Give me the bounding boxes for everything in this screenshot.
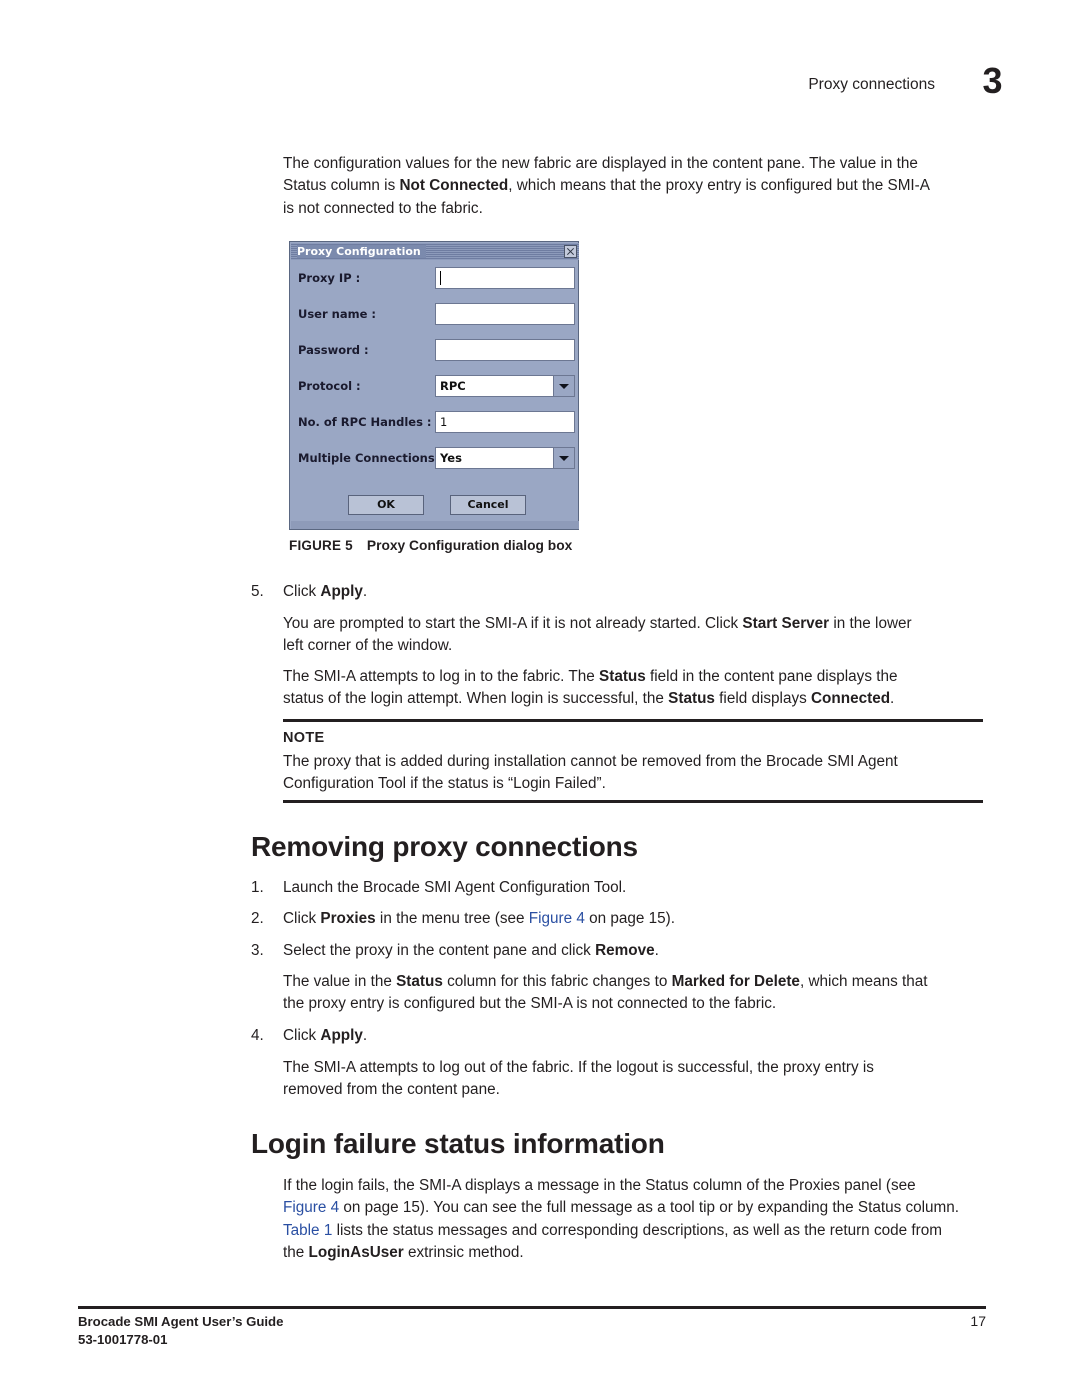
rpc-handles-label: No. of RPC Handles : <box>298 415 432 429</box>
proxy-ip-label: Proxy IP : <box>298 271 361 285</box>
header-chapter-number: 3 <box>982 60 1002 101</box>
step-5: 5. Click Apply. <box>251 581 986 603</box>
note-line-2: Configuration Tool if the status is “Log… <box>283 775 606 792</box>
proxy-ip-input[interactable] <box>435 267 575 289</box>
footer-left: Brocade SMI Agent User’s Guide 53-100177… <box>78 1313 283 1349</box>
proxy-configuration-dialog: Proxy Configuration Proxy IP : User name… <box>289 241 579 530</box>
login-failure-paragraph: If the login fails, the SMI-A displays a… <box>283 1175 1013 1265</box>
protocol-value: RPC <box>440 379 466 393</box>
text-caret <box>440 271 441 285</box>
logout-paragraph: The SMI-A attempts to log out of the fab… <box>283 1057 983 1102</box>
page-header: Proxy connections 3 <box>0 60 1080 108</box>
removing-step-1: 1. Launch the Brocade SMI Agent Configur… <box>251 877 986 899</box>
rpc-handles-input[interactable]: 1 <box>435 411 575 433</box>
login-failure-line-1: If the login fails, the SMI-A displays a… <box>283 1177 916 1194</box>
marked-line-2: the proxy entry is configured but the SM… <box>283 995 777 1013</box>
field-row-user-name: User name : <box>290 303 580 327</box>
user-name-input[interactable] <box>435 303 575 325</box>
field-row-password: Password : <box>290 339 580 363</box>
rpc-handles-value: 1 <box>440 415 448 429</box>
start-server-paragraph: You are prompted to start the SMI-A if i… <box>283 613 983 658</box>
removing-step-1-number: 1. <box>251 879 264 896</box>
removing-step-4-text: Click Apply. <box>283 1027 368 1044</box>
removing-step-4-number: 4. <box>251 1027 264 1044</box>
footer-guide-title: Brocade SMI Agent User’s Guide <box>78 1314 284 1329</box>
field-row-multiple-connections: Multiple Connections Yes <box>290 447 580 471</box>
figure-4-link[interactable]: Figure 4 <box>283 1199 339 1216</box>
protocol-label: Protocol : <box>298 379 361 393</box>
removing-step-4: 4. Click Apply. <box>251 1025 986 1047</box>
protocol-select[interactable]: RPC <box>435 375 575 397</box>
note-label: NOTE <box>283 730 325 746</box>
multiple-connections-select[interactable]: Yes <box>435 447 575 469</box>
figure-caption: FIGURE 5 Proxy Configuration dialog box <box>289 538 572 553</box>
marked-line-1: The value in the Status column for this … <box>283 973 928 990</box>
field-row-rpc-handles: No. of RPC Handles : 1 <box>290 411 580 435</box>
removing-step-3: 3. Select the proxy in the content pane … <box>251 940 986 962</box>
step-5-text: Click Apply. <box>283 583 368 600</box>
section-heading-login-failure-status-information: Login failure status information <box>251 1128 665 1159</box>
step-5-number: 5. <box>251 583 264 600</box>
chevron-down-icon[interactable] <box>553 376 574 396</box>
marked-for-delete-paragraph: The value in the Status column for this … <box>283 971 1013 1016</box>
intro-paragraph: The configuration values for the new fab… <box>283 153 983 220</box>
note-line-1: The proxy that is added during installat… <box>283 753 898 770</box>
removing-step-2: 2. Click Proxies in the menu tree (see F… <box>251 908 986 930</box>
note-bottom-rule <box>283 800 983 803</box>
intro-line-1: The configuration values for the new fab… <box>283 155 918 172</box>
intro-line-3: is not connected to the fabric. <box>283 199 483 217</box>
header-running-title: Proxy connections <box>808 76 935 93</box>
close-icon[interactable] <box>564 245 577 258</box>
removing-step-3-text: Select the proxy in the content pane and… <box>283 942 659 959</box>
footer-page-number: 17 <box>970 1313 986 1329</box>
table-1-link[interactable]: Table 1 <box>283 1222 332 1239</box>
user-name-label: User name : <box>298 307 376 321</box>
logout-line-1: The SMI-A attempts to log out of the fab… <box>283 1059 874 1076</box>
login-line-2: status of the login attempt. When login … <box>283 690 895 708</box>
password-input[interactable] <box>435 339 575 361</box>
login-paragraph: The SMI-A attempts to log in to the fabr… <box>283 666 983 711</box>
intro-line-2: Status column is Not Connected, which me… <box>283 177 930 195</box>
cancel-button[interactable]: Cancel <box>450 495 526 515</box>
removing-step-2-number: 2. <box>251 910 264 927</box>
document-page: Proxy connections 3 The configuration va… <box>0 0 1080 1397</box>
dialog-title: Proxy Configuration <box>297 245 426 258</box>
logout-line-2: removed from the content pane. <box>283 1081 500 1099</box>
login-failure-line-2: Figure 4 on page 15). You can see the fu… <box>283 1199 960 1217</box>
field-row-proxy-ip: Proxy IP : <box>290 267 580 291</box>
start-server-line-2: left corner of the window. <box>283 637 453 655</box>
removing-step-2-text: Click Proxies in the menu tree (see Figu… <box>283 910 676 927</box>
figure-number: FIGURE 5 <box>289 538 353 553</box>
field-row-protocol: Protocol : RPC <box>290 375 580 399</box>
login-line-1: The SMI-A attempts to log in to the fabr… <box>283 668 898 685</box>
note-top-rule <box>283 719 983 722</box>
figure-4-link[interactable]: Figure 4 <box>529 910 585 927</box>
section-heading-removing-proxy-connections: Removing proxy connections <box>251 831 638 862</box>
password-label: Password : <box>298 343 369 357</box>
footer-document-number: 53-1001778-01 <box>78 1332 168 1347</box>
chevron-down-icon[interactable] <box>553 448 574 468</box>
figure-title: Proxy Configuration dialog box <box>366 538 573 553</box>
removing-step-3-number: 3. <box>251 942 264 959</box>
start-server-line-1: You are prompted to start the SMI-A if i… <box>283 615 912 632</box>
login-failure-line-3: Table 1 lists the status messages and co… <box>283 1221 942 1239</box>
dialog-titlebar: Proxy Configuration <box>291 243 579 260</box>
footer-rule <box>78 1306 986 1309</box>
login-failure-line-4: the LoginAsUser extrinsic method. <box>283 1244 524 1262</box>
multiple-connections-value: Yes <box>440 451 462 465</box>
removing-step-1-text: Launch the Brocade SMI Agent Configurati… <box>283 879 627 896</box>
ok-button[interactable]: OK <box>348 495 424 515</box>
dialog-bottom-bar <box>291 521 579 529</box>
multiple-connections-label: Multiple Connections <box>298 451 435 465</box>
